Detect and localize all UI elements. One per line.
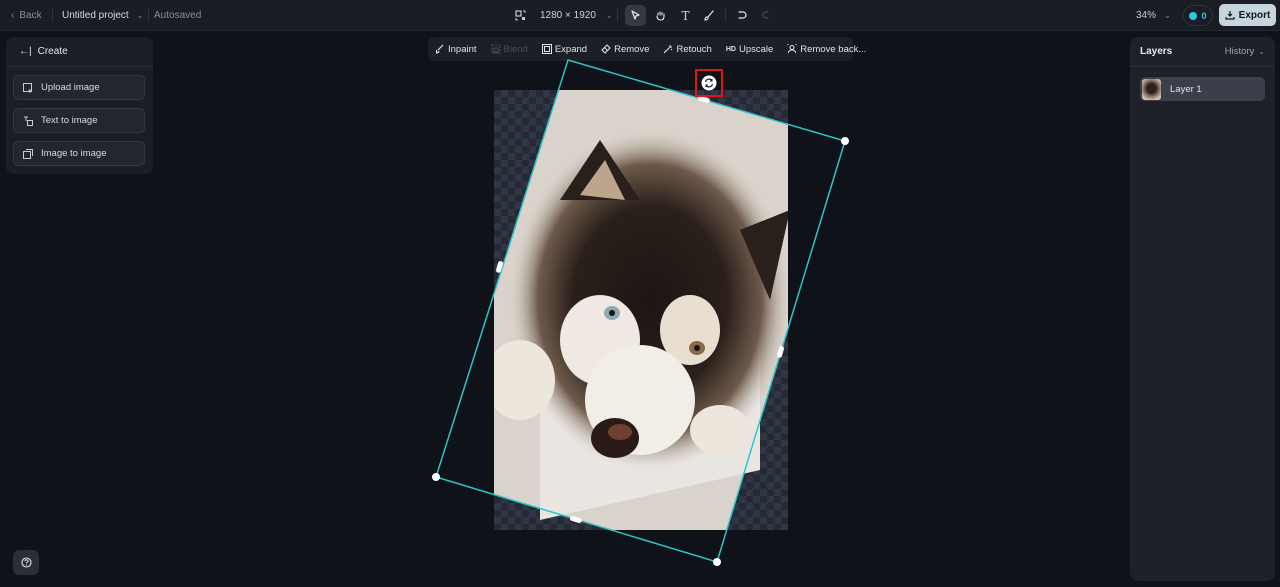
rotate-handle[interactable]	[701, 75, 717, 91]
layer-image[interactable]	[436, 60, 845, 562]
canvas-overlay	[432, 59, 849, 566]
resize-handle-bottom-right[interactable]	[713, 558, 721, 566]
resize-handle-bottom-left[interactable]	[432, 473, 440, 481]
resize-handle-top-right[interactable]	[841, 137, 849, 145]
